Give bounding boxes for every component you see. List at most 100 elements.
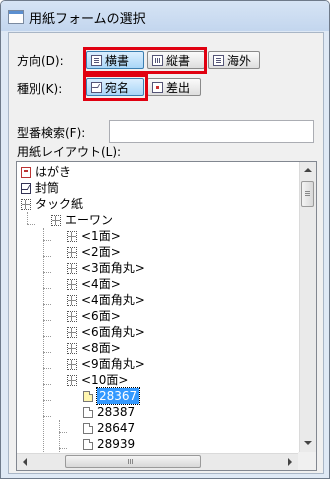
title-bar[interactable]: 用紙フォームの選択 xyxy=(1,1,329,31)
scrollbar-corner xyxy=(298,452,316,470)
tree-node-label: <8面> xyxy=(81,341,121,355)
tree-connector xyxy=(43,272,51,273)
tree-connector xyxy=(43,336,51,337)
label-sheet-icon xyxy=(51,214,61,226)
tree-connector xyxy=(43,352,51,353)
tree-node-label: <10面> xyxy=(81,373,129,387)
layout-label: 用紙レイアウト(L): xyxy=(17,145,122,159)
tree-node-label: <6面> xyxy=(81,309,121,323)
tree-node[interactable]: <1面> xyxy=(67,228,121,244)
scroll-down-arrow-icon[interactable] xyxy=(304,441,312,445)
page-icon xyxy=(83,422,93,434)
tree-node-label: 28367 xyxy=(95,387,141,405)
tree-node[interactable]: <4面> xyxy=(67,276,121,292)
tree-node-label: <4面角丸> xyxy=(81,293,145,307)
tree-node-label: 28647 xyxy=(97,421,136,435)
tree-node[interactable]: 28939 xyxy=(83,436,135,452)
sender-icon xyxy=(152,81,163,93)
tree-connector xyxy=(59,448,67,449)
tree-horizontal-scrollbar[interactable] xyxy=(17,453,298,470)
tree-connector xyxy=(43,384,51,385)
sender-button[interactable]: 差出 xyxy=(147,78,201,96)
tree-node[interactable]: <9面角丸> xyxy=(67,356,145,372)
tree-vertical-scrollbar[interactable] xyxy=(299,162,316,453)
tree-node[interactable]: 28387 xyxy=(83,404,135,420)
tree-node[interactable]: <8面> xyxy=(67,340,121,356)
label-sheet-icon xyxy=(67,358,77,370)
layout-tree[interactable]: はがき封筒タック紙エーワン <1面> <2面> <3面角丸> <4面> <4面角丸> <6面… xyxy=(16,161,317,471)
tree-node-label: 28387 xyxy=(97,405,136,419)
scroll-left-arrow-icon[interactable] xyxy=(23,458,27,466)
tree-node-label: <6面角丸> xyxy=(81,325,145,339)
envelope-icon xyxy=(21,182,31,194)
window-title: 用紙フォームの選択 xyxy=(29,12,146,27)
scroll-up-arrow-icon[interactable] xyxy=(304,168,312,172)
label-sheet-icon xyxy=(67,230,77,242)
tree-node[interactable]: タック紙 xyxy=(21,196,83,212)
addressee-button[interactable]: 宛名 xyxy=(86,78,144,96)
tree-node[interactable]: 28647 xyxy=(83,420,135,436)
vertical-scroll-thumb[interactable] xyxy=(301,181,314,207)
vertical-writing-label: 縦書 xyxy=(166,53,191,68)
overseas-icon xyxy=(213,54,224,66)
tree-node[interactable]: <2面> xyxy=(67,244,121,260)
tree-connector xyxy=(59,432,67,433)
label-sheet-icon xyxy=(67,374,77,386)
horizontal-writing-button[interactable]: 横書 xyxy=(86,51,144,69)
tree-node-label: <2面> xyxy=(81,245,121,259)
tree-node-label: はがき xyxy=(35,165,72,179)
tree-node-label: <4面> xyxy=(81,277,121,291)
tree-connector xyxy=(27,224,35,225)
tree-node[interactable]: <3面角丸> xyxy=(67,260,145,276)
tree-connector xyxy=(43,304,51,305)
tree-connector xyxy=(43,256,51,257)
dialog-client-area: 方向(D): 横書 縦書 海外 種別(K): 宛名 差出 型番検索(F): 用紙 xyxy=(8,32,324,474)
tree-node-label: <9面角丸> xyxy=(81,357,145,371)
label-sheet-icon xyxy=(67,342,77,354)
tree-connector xyxy=(43,240,51,241)
tree-connector xyxy=(43,320,51,321)
postcard-icon xyxy=(21,166,31,178)
model-search-input[interactable] xyxy=(109,120,314,143)
page-icon xyxy=(83,390,93,402)
direction-label: 方向(D): xyxy=(17,54,64,68)
vertical-writing-icon xyxy=(152,54,163,66)
horizontal-scroll-thumb[interactable] xyxy=(65,455,201,468)
kind-label: 種別(K): xyxy=(17,82,63,96)
label-sheet-icon xyxy=(67,326,77,338)
tree-node-label: <1面> xyxy=(81,229,121,243)
label-sheet-icon xyxy=(67,278,77,290)
tree-node[interactable]: エーワン xyxy=(51,212,113,228)
label-sheet-icon xyxy=(21,198,31,210)
tree-content: はがき封筒タック紙エーワン <1面> <2面> <3面角丸> <4面> <4面角丸> <6面… xyxy=(17,162,298,453)
tree-node[interactable]: <6面> xyxy=(67,308,121,324)
tree-node[interactable]: 28367 xyxy=(83,387,141,405)
tree-node[interactable]: はがき xyxy=(21,164,71,180)
vertical-writing-button[interactable]: 縦書 xyxy=(147,51,205,69)
scroll-right-arrow-icon[interactable] xyxy=(288,458,292,466)
tree-node-label: 封筒 xyxy=(35,181,60,195)
overseas-button[interactable]: 海外 xyxy=(208,51,260,69)
dialog-window: 用紙フォームの選択 方向(D): 横書 縦書 海外 種別(K): 宛名 差出 型… xyxy=(0,0,330,479)
tree-connector xyxy=(43,288,51,289)
sender-label: 差出 xyxy=(166,80,191,95)
tree-node-label: 28939 xyxy=(97,437,136,451)
envelope-icon xyxy=(91,81,102,93)
page-icon xyxy=(83,438,93,450)
horizontal-writing-icon xyxy=(91,54,102,66)
addressee-label: 宛名 xyxy=(105,80,130,95)
tree-connector xyxy=(43,228,44,453)
tree-node[interactable]: 封筒 xyxy=(21,180,59,196)
window-icon xyxy=(8,10,24,24)
tree-connector xyxy=(27,212,28,224)
label-sheet-icon xyxy=(67,294,77,306)
tree-node[interactable]: <6面角丸> xyxy=(67,324,145,340)
tree-node-label: タック紙 xyxy=(35,197,84,211)
tree-node[interactable]: <4面角丸> xyxy=(67,292,145,308)
search-label: 型番検索(F): xyxy=(17,126,86,140)
page-icon xyxy=(83,406,93,418)
label-sheet-icon xyxy=(67,310,77,322)
label-sheet-icon xyxy=(67,262,77,274)
tree-node-label: エーワン xyxy=(65,213,114,227)
tree-node[interactable]: <10面> xyxy=(67,372,128,388)
